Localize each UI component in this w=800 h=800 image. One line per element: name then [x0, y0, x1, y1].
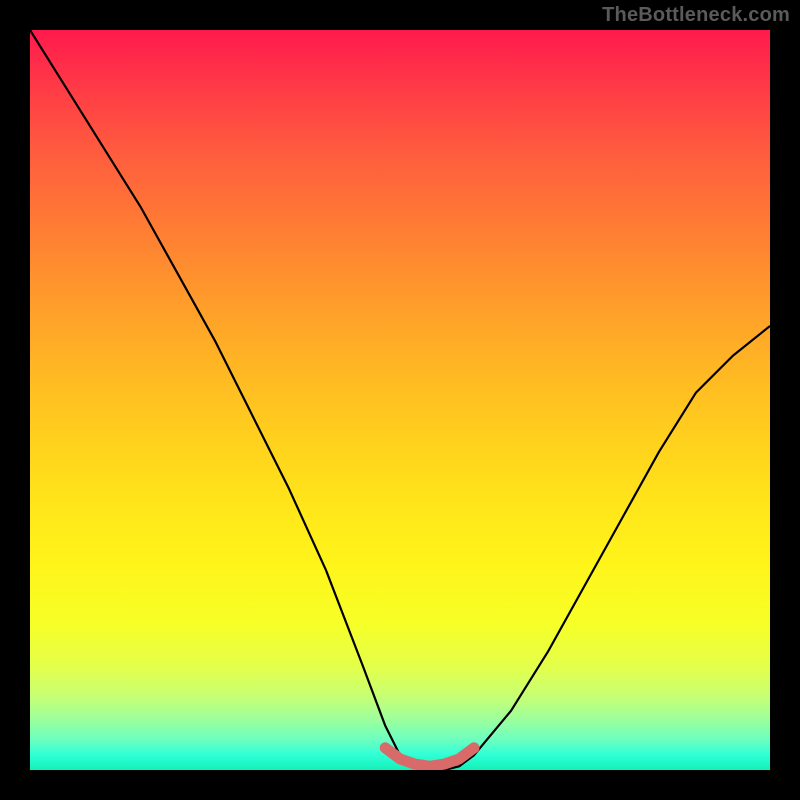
- watermark-text: TheBottleneck.com: [602, 4, 790, 27]
- chart-frame: TheBottleneck.com: [0, 0, 800, 800]
- plot-area: [30, 30, 770, 770]
- bottleneck-curve-line: [30, 30, 770, 770]
- curve-layer: [30, 30, 770, 770]
